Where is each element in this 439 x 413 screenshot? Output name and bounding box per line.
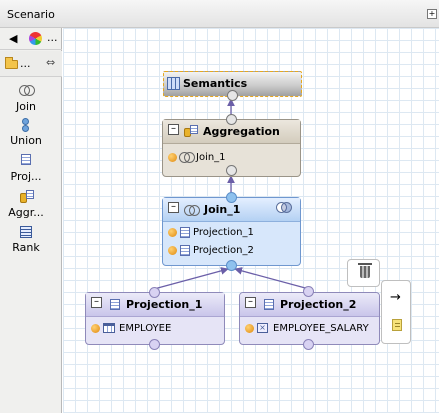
table-icon [190, 125, 198, 134]
folder-icon [5, 57, 18, 69]
node-title: Join_1 [204, 203, 241, 216]
input-row[interactable]: Projection_1 [163, 224, 300, 242]
palette-more[interactable]: ... [47, 31, 58, 44]
semantics-icon [167, 77, 180, 90]
input-name: Projection_2 [193, 245, 254, 256]
join-icon [184, 205, 200, 216]
output-port[interactable] [149, 287, 160, 298]
source-row[interactable]: EMPLOYEE [86, 320, 224, 338]
palette-toolbar: ◀ ... [0, 28, 62, 50]
source-name: EMPLOYEE [119, 323, 172, 334]
input-port[interactable] [149, 339, 160, 350]
projection-icon [18, 154, 34, 168]
input-row[interactable]: Projection_2 [163, 242, 300, 260]
input-status-icon [168, 153, 177, 162]
output-port[interactable] [226, 165, 237, 176]
palette-tool-projection[interactable]: Proj... [0, 154, 52, 183]
output-port[interactable] [226, 192, 237, 203]
palette-drawer[interactable]: ... ⇔ [0, 51, 62, 77]
palette-tool-label: Join [15, 100, 36, 113]
node-aggregation[interactable]: – Aggregation Join_1 [162, 114, 301, 177]
join-type-icon[interactable] [276, 202, 292, 214]
pin-icon[interactable]: ⇔ [46, 56, 55, 69]
edge-projection2-to-join [234, 267, 310, 290]
palette-tool-aggregation[interactable]: Aggr... [0, 190, 52, 219]
union-icon [18, 118, 34, 132]
node-title: Aggregation [203, 125, 280, 138]
maximize-icon[interactable]: + [427, 9, 437, 19]
input-port[interactable] [227, 90, 238, 101]
projection-icon [110, 299, 120, 310]
palette-tool-join[interactable]: Join [0, 84, 52, 113]
palette-tool-label: Aggr... [8, 206, 44, 219]
aggregation-icon [18, 190, 34, 204]
diagram-canvas[interactable]: Semantics – Aggregation Join_1 – Join_1 [63, 28, 439, 413]
arrow-left-icon[interactable]: ◀ [9, 32, 17, 45]
input-port[interactable] [226, 260, 237, 271]
arrow-right-icon[interactable]: → [390, 290, 401, 305]
palette-tool-label: Union [10, 134, 42, 147]
projection2-input-port[interactable] [303, 339, 314, 350]
projection-icon [180, 227, 190, 238]
source-status-icon [91, 324, 100, 333]
collapse-icon[interactable]: – [91, 297, 102, 308]
node-title: Projection_2 [280, 298, 357, 311]
palette: ◀ ... ... ⇔ Join Union Proj... Aggr... R… [0, 28, 62, 413]
color-spectrum-icon[interactable] [29, 32, 42, 45]
node-title: Projection_1 [126, 298, 203, 311]
input-port[interactable] [226, 114, 237, 125]
palette-tool-label: Proj... [10, 170, 42, 183]
join-icon [179, 152, 195, 163]
node-title: Semantics [183, 77, 248, 90]
palette-tool-label: Rank [12, 241, 40, 254]
view-icon: × [257, 323, 268, 333]
collapse-icon[interactable]: – [168, 202, 179, 213]
projection-icon [180, 245, 190, 256]
input-status-icon [168, 246, 177, 255]
collapse-icon[interactable]: – [245, 297, 256, 308]
palette-tool-rank[interactable]: Rank [0, 225, 52, 254]
source-status-icon [245, 324, 254, 333]
trash-icon[interactable] [358, 263, 372, 278]
note-icon[interactable] [392, 319, 402, 331]
input-status-icon [168, 228, 177, 237]
input-name: Join_1 [196, 152, 226, 163]
join-icon [18, 84, 35, 98]
view-title: Scenario [7, 8, 55, 21]
source-name: EMPLOYEE_SALARY [273, 323, 369, 334]
projection2-output-port[interactable] [303, 286, 314, 297]
table-icon [103, 323, 115, 333]
node-projection-1[interactable]: – Projection_1 EMPLOYEE [85, 287, 225, 350]
node-join[interactable]: – Join_1 Projection_1 Projection_2 [162, 192, 301, 271]
edge-projection1-to-join [153, 267, 229, 290]
rank-icon [18, 225, 34, 239]
drawer-label: ... [20, 57, 31, 70]
node-semantics[interactable]: Semantics [163, 71, 302, 101]
source-row[interactable]: × EMPLOYEE_SALARY [240, 320, 379, 338]
projection-icon [264, 299, 274, 310]
delete-toolbox [347, 259, 380, 287]
context-toolbox: → [381, 280, 411, 344]
palette-tool-union[interactable]: Union [0, 118, 52, 147]
input-name: Projection_1 [193, 227, 254, 238]
node-projection-2[interactable]: – Projection_2 × EMPLOYEE_SALARY [239, 292, 380, 345]
collapse-icon[interactable]: – [168, 124, 179, 135]
view-title-bar: Scenario + [0, 0, 439, 28]
